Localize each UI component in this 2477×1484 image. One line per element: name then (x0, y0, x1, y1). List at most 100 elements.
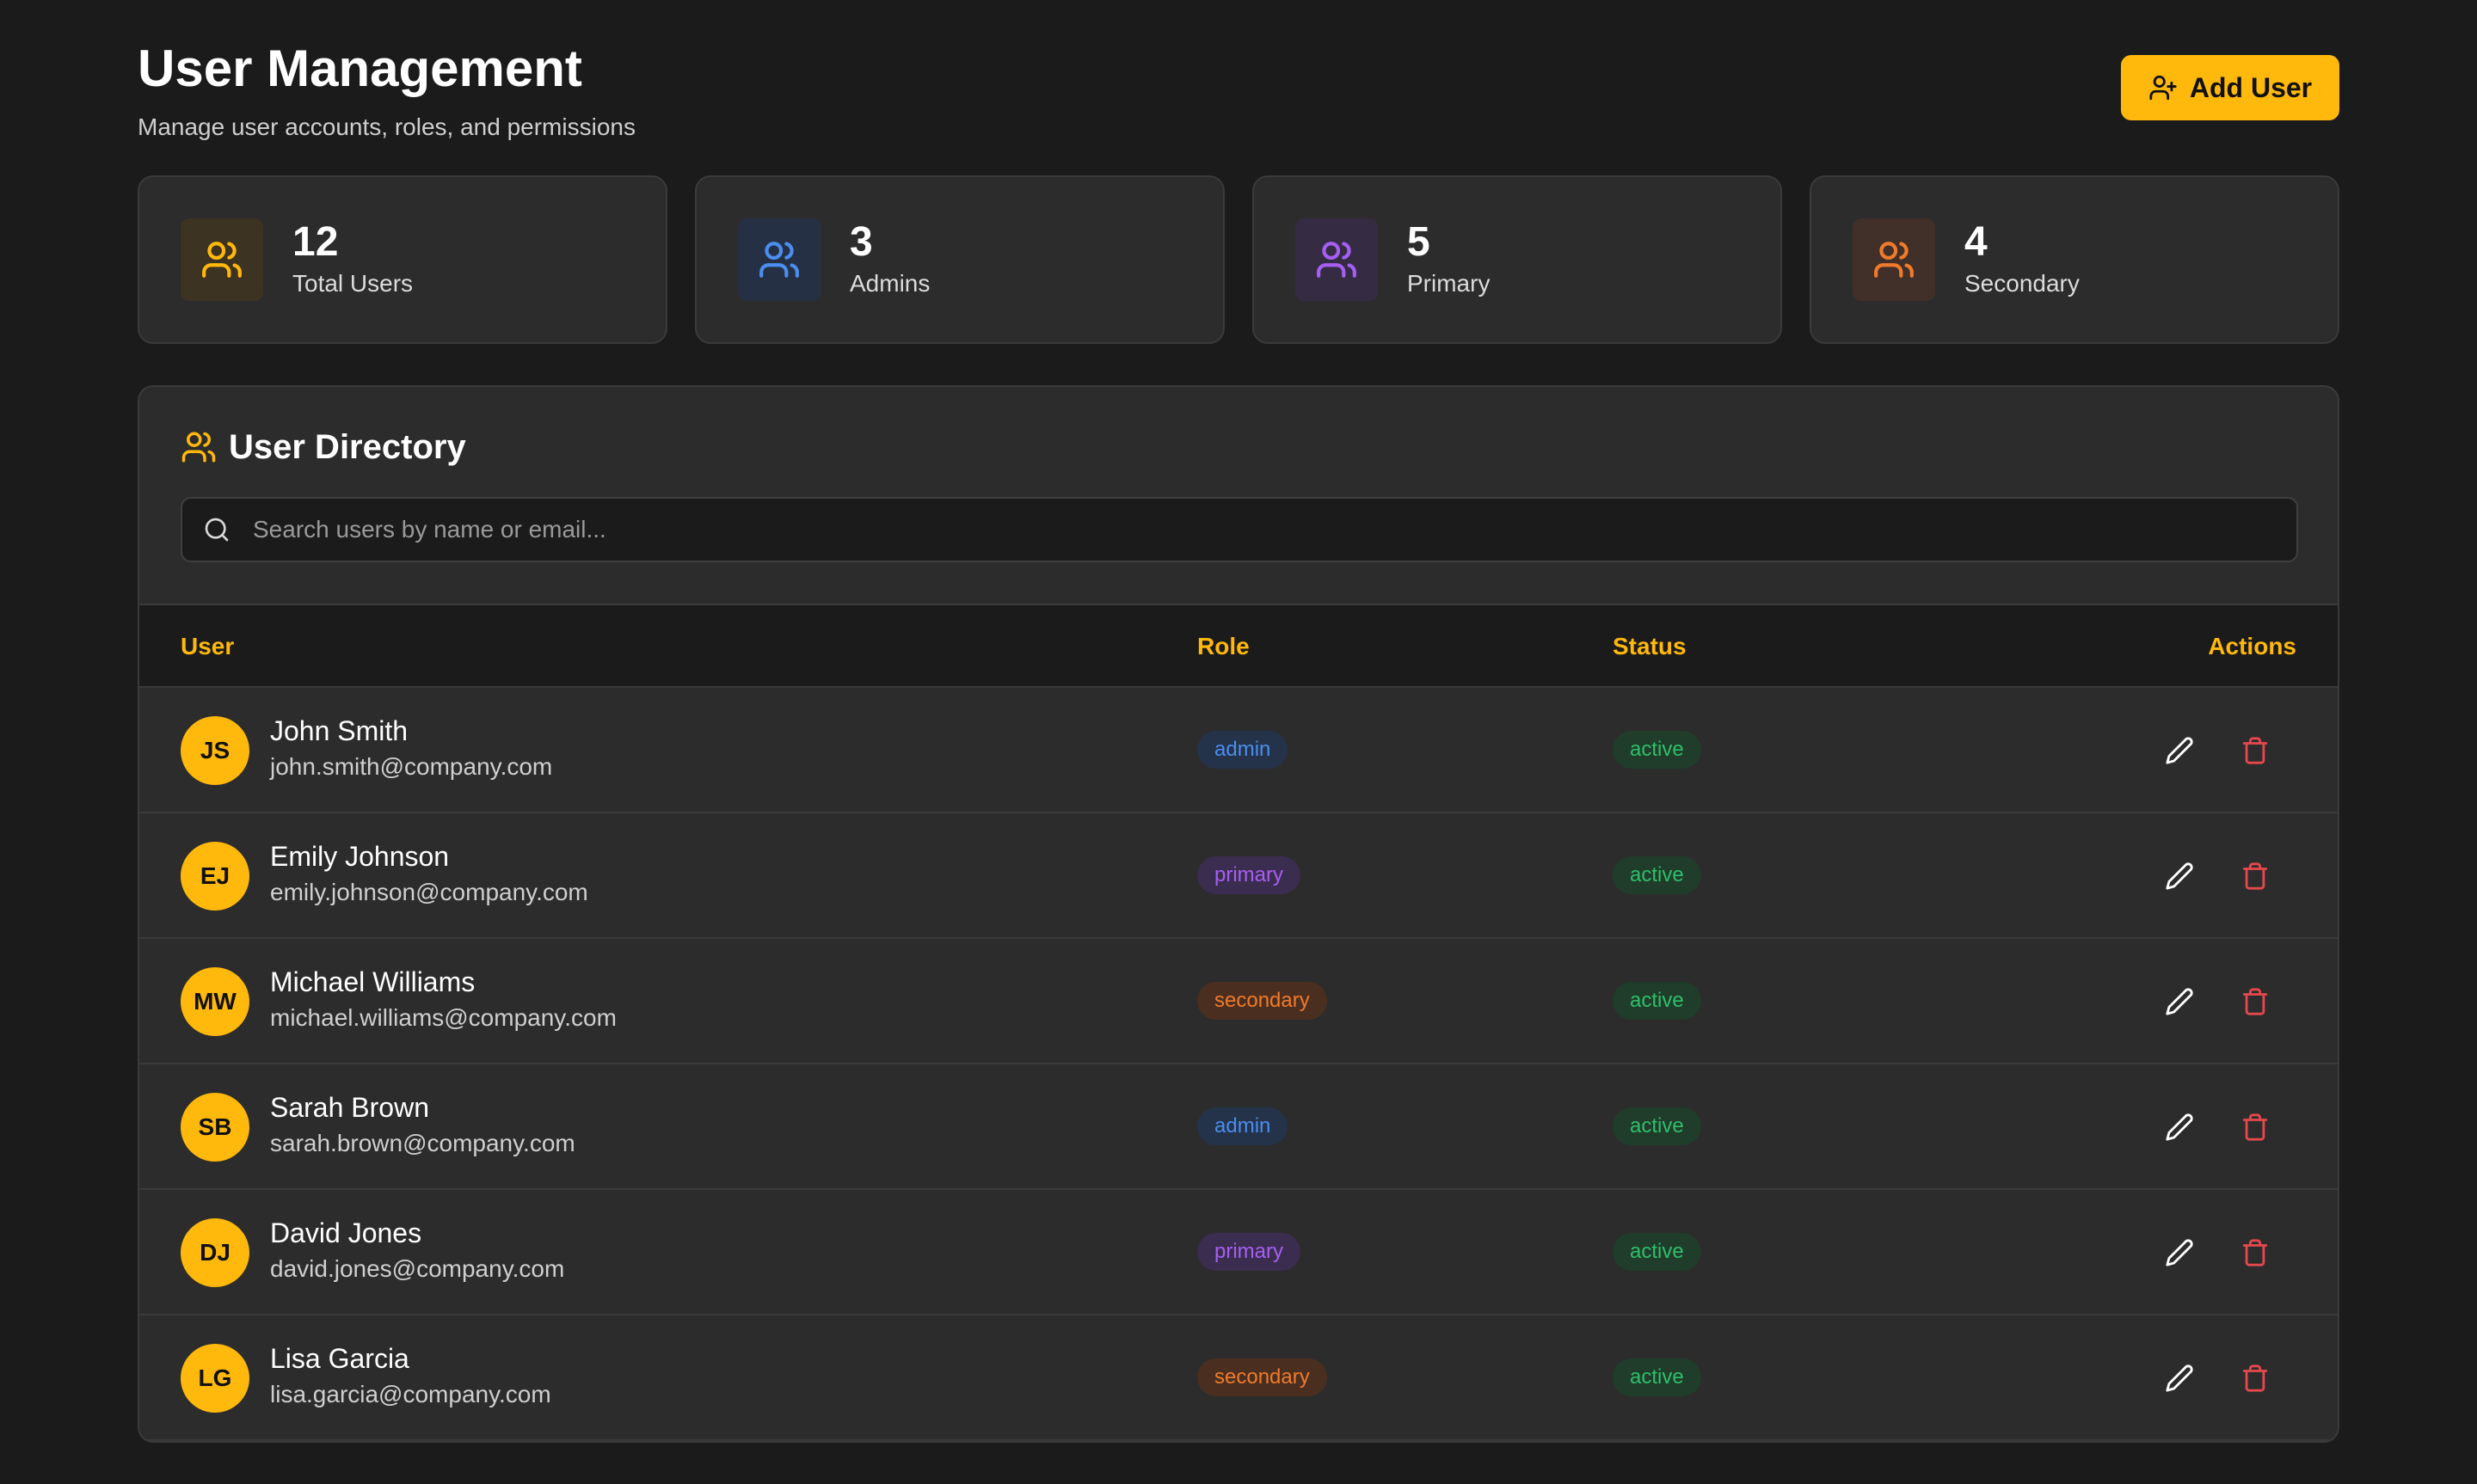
directory-title: User Directory (229, 428, 466, 466)
users-icon (758, 238, 801, 281)
user-email: john.smith@company.com (270, 753, 553, 780)
user-table-body: JS John Smith john.smith@company.com admin a… (139, 688, 2338, 1441)
column-header-role[interactable]: Role (1197, 605, 1250, 688)
search-box (181, 497, 2298, 562)
trash-icon (2240, 1364, 2270, 1393)
column-header-user[interactable]: User (181, 605, 234, 688)
delete-user-button[interactable] (2238, 1110, 2272, 1144)
user-name: Michael Williams (270, 966, 476, 997)
avatar: LG (181, 1344, 249, 1413)
stat-label: Total Users (292, 270, 414, 297)
stat-value: 3 (850, 219, 873, 265)
stats-row: 12 Total Users 3 Admins 5 Primary 4 Secondary (138, 175, 2339, 344)
user-email: lisa.garcia@company.com (270, 1381, 551, 1407)
stat-card-secondary: 4 Secondary (1810, 175, 2339, 344)
role-badge: admin (1197, 1107, 1288, 1145)
stat-icon-box (1295, 218, 1378, 301)
directory-header: User Directory (181, 426, 466, 468)
status-badge: active (1613, 1233, 1701, 1271)
table-row: JS John Smith john.smith@company.com admin a… (139, 688, 2338, 813)
delete-user-button[interactable] (2238, 733, 2272, 768)
user-name: John Smith (270, 715, 409, 746)
stat-card-primary: 5 Primary (1252, 175, 1782, 344)
avatar: MW (181, 967, 249, 1036)
stat-label: Admins (850, 270, 931, 297)
pencil-icon (2165, 1364, 2194, 1393)
pencil-icon (2165, 862, 2194, 891)
edit-user-button[interactable] (2162, 1110, 2197, 1144)
stat-value: 4 (1964, 219, 1988, 265)
page-header: User Management Manage user accounts, ro… (138, 38, 2339, 141)
column-header-actions: Actions (2208, 633, 2296, 659)
stat-label: Secondary (1964, 270, 2080, 297)
edit-user-button[interactable] (2162, 859, 2197, 893)
table-row: MW Michael Williams michael.williams@compa… (139, 939, 2338, 1064)
users-icon (1872, 238, 1915, 281)
status-badge: active (1613, 1107, 1701, 1145)
avatar: DJ (181, 1218, 249, 1287)
trash-icon (2240, 736, 2270, 765)
stat-icon-box (1853, 218, 1935, 301)
search-icon (205, 518, 229, 542)
avatar: JS (181, 716, 249, 785)
user-email: sarah.brown@company.com (270, 1130, 575, 1156)
edit-user-button[interactable] (2162, 733, 2197, 768)
user-management-page: User Management Manage user accounts, ro… (0, 0, 2477, 1484)
status-badge: active (1613, 982, 1701, 1020)
pencil-icon (2165, 987, 2194, 1016)
role-badge: primary (1197, 856, 1301, 894)
stat-text: 12 Total Users (292, 220, 413, 299)
stat-text: 3 Admins (850, 220, 930, 299)
table-row: DJ David Jones david.jones@company.com prim… (139, 1190, 2338, 1315)
avatar: SB (181, 1093, 249, 1162)
users-icon (181, 432, 216, 463)
user-email: michael.williams@company.com (270, 1004, 617, 1031)
page-title: User Management (138, 40, 582, 97)
stat-text: 5 Primary (1407, 220, 1490, 299)
trash-icon (2240, 1238, 2270, 1267)
delete-user-button[interactable] (2238, 859, 2272, 893)
pencil-icon (2165, 1113, 2194, 1142)
avatar: EJ (181, 842, 249, 911)
edit-user-button[interactable] (2162, 1236, 2197, 1270)
user-email: david.jones@company.com (270, 1255, 565, 1282)
delete-user-button[interactable] (2238, 1236, 2272, 1270)
column-header-status[interactable]: Status (1613, 605, 1687, 688)
role-badge: primary (1197, 1233, 1301, 1271)
delete-user-button[interactable] (2238, 984, 2272, 1019)
trash-icon (2240, 1113, 2270, 1142)
status-badge: active (1613, 731, 1701, 769)
trash-icon (2240, 862, 2270, 891)
stat-card-total-users: 12 Total Users (138, 175, 667, 344)
stat-text: 4 Secondary (1964, 220, 2080, 299)
stat-value: 5 (1407, 219, 1430, 265)
edit-user-button[interactable] (2162, 1361, 2197, 1395)
user-name: David Jones (270, 1217, 422, 1248)
status-badge: active (1613, 1358, 1701, 1396)
role-badge: admin (1197, 731, 1288, 769)
user-plus-icon (2149, 75, 2177, 101)
user-email: emily.johnson@company.com (270, 879, 588, 905)
pencil-icon (2165, 1238, 2194, 1267)
table-row: LG Lisa Garcia lisa.garcia@company.com seco… (139, 1315, 2338, 1441)
stat-icon-box (181, 218, 263, 301)
table-row: EJ Emily Johnson emily.johnson@company.com… (139, 813, 2338, 939)
search-input[interactable] (253, 499, 2296, 561)
user-name: Sarah Brown (270, 1092, 429, 1123)
add-user-label: Add User (2189, 71, 2313, 103)
stat-label: Primary (1407, 270, 1491, 297)
table-row: SB Sarah Brown sarah.brown@company.com admi… (139, 1064, 2338, 1190)
delete-user-button[interactable] (2238, 1361, 2272, 1395)
page-subtitle: Manage user accounts, roles, and permiss… (138, 113, 636, 140)
role-badge: secondary (1197, 982, 1327, 1020)
stat-card-admins: 3 Admins (695, 175, 1225, 344)
add-user-button[interactable]: Add User (2121, 55, 2339, 120)
stat-value: 12 (292, 219, 339, 265)
status-badge: active (1613, 856, 1701, 894)
users-icon (200, 238, 243, 281)
stat-icon-box (738, 218, 821, 301)
edit-user-button[interactable] (2162, 984, 2197, 1019)
table-header: User Role Status Actions (139, 604, 2338, 688)
trash-icon (2240, 987, 2270, 1016)
pencil-icon (2165, 736, 2194, 765)
